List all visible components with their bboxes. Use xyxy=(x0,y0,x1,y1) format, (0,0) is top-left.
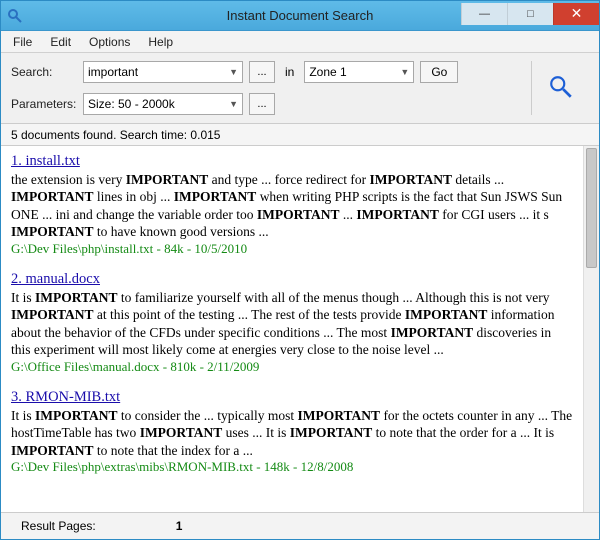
result-snippet: It is IMPORTANT to consider the ... typi… xyxy=(11,407,573,460)
search-panel: Search: important ▼ ... in Zone 1 ▼ Go P… xyxy=(1,53,599,124)
menu-help[interactable]: Help xyxy=(140,33,181,51)
minimize-button[interactable]: — xyxy=(461,3,507,25)
result-snippet: the extension is very IMPORTANT and type… xyxy=(11,171,573,241)
in-label: in xyxy=(285,65,294,79)
window-buttons: — □ ✕ xyxy=(461,3,599,25)
chevron-down-icon: ▼ xyxy=(400,67,409,77)
footer-page[interactable]: 1 xyxy=(176,519,183,533)
menu-file[interactable]: File xyxy=(5,33,40,51)
result-title[interactable]: 3. RMON-MIB.txt xyxy=(11,388,573,407)
close-button[interactable]: ✕ xyxy=(553,3,599,25)
go-button[interactable]: Go xyxy=(420,61,458,83)
status-text: 5 documents found. Search time: 0.015 xyxy=(11,128,220,142)
results-list: 1. install.txtthe extension is very IMPO… xyxy=(1,146,583,512)
menu-edit[interactable]: Edit xyxy=(42,33,79,51)
search-icon-panel xyxy=(531,61,589,115)
result-item: 2. manual.docxIt is IMPORTANT to familia… xyxy=(11,270,573,376)
result-meta: G:\Dev Files\php\extras\mibs\RMON-MIB.tx… xyxy=(11,459,573,476)
search-browse-button[interactable]: ... xyxy=(249,61,275,83)
menu-options[interactable]: Options xyxy=(81,33,138,51)
parameters-combo[interactable]: Size: 50 - 2000k ▼ xyxy=(83,93,243,115)
titlebar: Instant Document Search — □ ✕ xyxy=(1,1,599,31)
search-label: Search: xyxy=(11,65,77,79)
menubar: File Edit Options Help xyxy=(1,31,599,53)
scrollbar-thumb[interactable] xyxy=(586,148,597,268)
parameters-label: Parameters: xyxy=(11,97,77,111)
search-query-value: important xyxy=(88,65,138,79)
app-window: Instant Document Search — □ ✕ File Edit … xyxy=(0,0,600,540)
result-meta: G:\Office Files\manual.docx - 810k - 2/1… xyxy=(11,359,573,376)
result-meta: G:\Dev Files\php\install.txt - 84k - 10/… xyxy=(11,241,573,258)
app-icon xyxy=(7,8,23,24)
zone-combo[interactable]: Zone 1 ▼ xyxy=(304,61,414,83)
footer-label: Result Pages: xyxy=(21,519,96,533)
search-query-combo[interactable]: important ▼ xyxy=(83,61,243,83)
result-snippet: It is IMPORTANT to familiarize yourself … xyxy=(11,289,573,359)
result-title[interactable]: 1. install.txt xyxy=(11,152,573,171)
scrollbar[interactable] xyxy=(583,146,599,512)
parameters-browse-button[interactable]: ... xyxy=(249,93,275,115)
magnifier-icon[interactable] xyxy=(548,74,574,103)
zone-value: Zone 1 xyxy=(309,65,346,79)
status-bar: 5 documents found. Search time: 0.015 xyxy=(1,124,599,146)
result-title[interactable]: 2. manual.docx xyxy=(11,270,573,289)
footer: Result Pages: 1 xyxy=(1,513,599,539)
result-item: 3. RMON-MIB.txtIt is IMPORTANT to consid… xyxy=(11,388,573,476)
chevron-down-icon: ▼ xyxy=(229,67,238,77)
parameters-value: Size: 50 - 2000k xyxy=(88,97,175,111)
maximize-button[interactable]: □ xyxy=(507,3,553,25)
chevron-down-icon: ▼ xyxy=(229,99,238,109)
result-item: 1. install.txtthe extension is very IMPO… xyxy=(11,152,573,258)
